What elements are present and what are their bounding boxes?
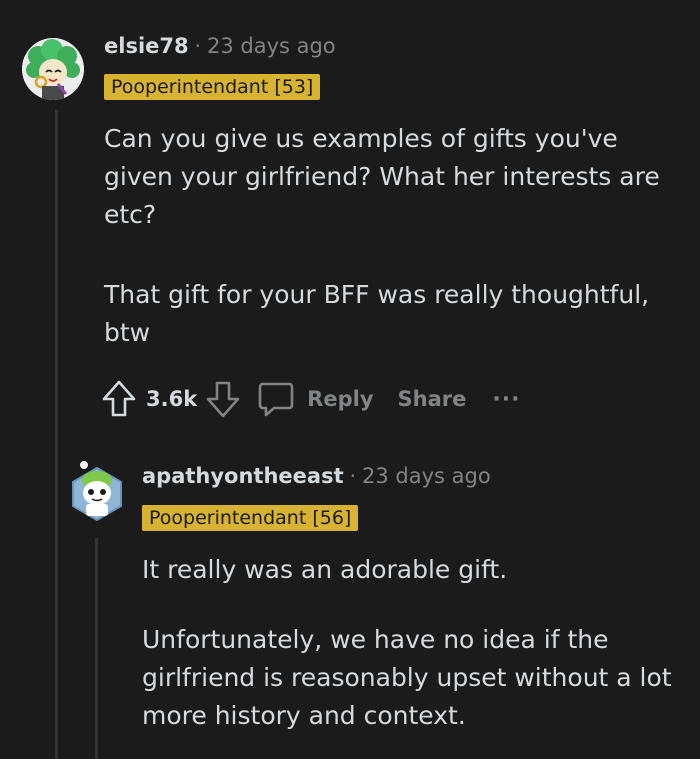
upvote-button[interactable] <box>100 379 138 419</box>
comment1-paragraph-2: That gift for your BFF was really though… <box>104 280 650 347</box>
avatar-apathyontheeast[interactable] <box>68 460 126 522</box>
vote-score: 3.6k <box>146 387 198 411</box>
avatar-elsie78[interactable] <box>22 38 84 100</box>
downvote-icon <box>206 381 240 418</box>
meta-separator: · <box>349 464 356 488</box>
comment1-flair: Pooperintendant [53] <box>104 74 321 100</box>
more-options-icon: ··· <box>492 386 521 412</box>
avatar-image <box>22 38 84 100</box>
comment2-flair: Pooperintendant [56] <box>142 505 359 531</box>
comment1-action-bar: 3.6k Reply Share ··· <box>100 378 520 420</box>
comment1-username[interactable]: elsie78 <box>104 34 189 58</box>
share-label: Share <box>397 387 467 411</box>
comment1-timestamp[interactable]: 23 days ago <box>207 34 336 58</box>
comment2-username[interactable]: apathyontheeast <box>142 464 344 488</box>
reply-label: Reply <box>307 387 374 411</box>
thread-line-comment2[interactable] <box>95 538 98 759</box>
share-button[interactable]: Share <box>398 387 467 411</box>
comment2-meta: apathyontheeast · 23 days ago <box>142 464 491 488</box>
avatar-image <box>72 461 122 522</box>
reply-button[interactable]: Reply <box>257 380 374 418</box>
comment-bubble-icon <box>258 382 294 417</box>
downvote-button[interactable] <box>205 379 241 419</box>
upvote-icon <box>102 380 136 417</box>
comment2-timestamp[interactable]: 23 days ago <box>362 464 491 488</box>
comment2-paragraph-1: It really was an adorable gift. <box>142 555 508 584</box>
comment1-paragraph-1: Can you give us examples of gifts you've… <box>104 124 660 229</box>
comment1-meta: elsie78 · 23 days ago <box>104 34 336 58</box>
thread-line-comment1[interactable] <box>55 110 58 759</box>
meta-separator: · <box>194 34 201 58</box>
comment2-paragraph-2: Unfortunately, we have no idea if the gi… <box>142 625 672 730</box>
more-options-button[interactable]: ··· <box>492 387 520 412</box>
